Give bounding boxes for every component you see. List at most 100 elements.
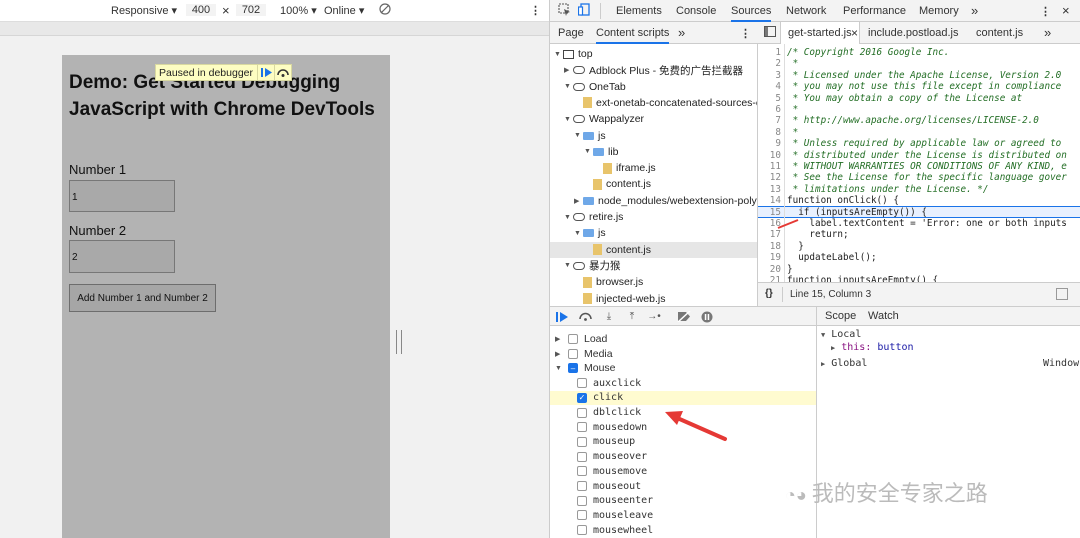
expanded-arrow-icon[interactable]: ▼ (564, 116, 573, 123)
tree-item[interactable]: iframe.js (594, 160, 656, 176)
editor-tab-content[interactable]: content.js (976, 27, 1023, 39)
expanded-arrow-icon[interactable]: ▼ (584, 148, 593, 155)
event-breakpoint-group[interactable]: ▼ – Mouse (555, 361, 616, 375)
line-number[interactable]: 11 (758, 161, 781, 172)
height-input[interactable]: 702 (236, 4, 266, 16)
more-navigator-icon[interactable]: » (678, 25, 685, 40)
line-number[interactable]: 6 (758, 104, 781, 115)
device-mode-select[interactable]: Responsive ▾ (111, 4, 177, 17)
resume-icon[interactable] (257, 65, 274, 80)
checkbox[interactable] (577, 436, 587, 447)
rotate-icon[interactable] (379, 3, 391, 18)
add-button[interactable]: Add Number 1 and Number 2 (69, 284, 216, 312)
number1-input[interactable]: 1 (69, 180, 175, 212)
tree-item[interactable]: content.js (550, 241, 757, 258)
collapsed-arrow-icon[interactable]: ▶ (574, 197, 583, 205)
step-out-icon[interactable]: ⤒ (624, 309, 640, 324)
tree-item[interactable]: ▶ node_modules/webextension-polyfil (574, 193, 757, 209)
tree-item[interactable]: injected-web.js (574, 291, 665, 307)
tab-network[interactable]: Network (786, 5, 826, 17)
tree-item[interactable]: ext-onetab-concatenated-sources-c (574, 95, 757, 111)
tab-page[interactable]: Page (558, 27, 584, 39)
tree-item[interactable]: ▼ OneTab (564, 79, 626, 95)
toggle-navigator-icon[interactable] (764, 26, 776, 40)
tab-memory[interactable]: Memory (919, 5, 959, 17)
checkbox[interactable] (577, 451, 587, 462)
editor-tab-include-postload[interactable]: include.postload.js (868, 27, 959, 39)
step-over-icon[interactable] (274, 65, 291, 80)
tab-console[interactable]: Console (676, 5, 716, 17)
event-breakpoint-item[interactable]: dblclick (577, 406, 641, 420)
checkbox[interactable] (568, 334, 578, 344)
more-editor-tabs-icon[interactable]: » (1044, 25, 1051, 40)
line-number[interactable]: 20 (758, 264, 781, 275)
tree-item[interactable]: content.js (584, 176, 651, 192)
line-number[interactable]: 3 (758, 70, 781, 81)
line-number[interactable]: 17 (758, 229, 781, 240)
close-tab-icon[interactable]: × (851, 26, 858, 40)
more-options-icon[interactable]: ⋮ (530, 4, 541, 17)
device-toolbar-icon[interactable] (577, 3, 591, 19)
tab-content-scripts[interactable]: Content scripts (596, 27, 670, 44)
expanded-arrow-icon[interactable]: ▼ (574, 132, 583, 139)
expanded-arrow-icon[interactable]: ▼ (555, 365, 564, 372)
expanded-arrow-icon[interactable]: ▼ (554, 51, 563, 58)
collapsed-arrow-icon[interactable]: ▶ (555, 335, 564, 343)
tree-item[interactable]: ▼ js (574, 225, 606, 241)
throttle-select[interactable]: Online ▾ (324, 4, 364, 17)
line-number[interactable]: 13 (758, 184, 781, 195)
event-breakpoint-item[interactable]: mousemove (577, 464, 647, 478)
checkbox[interactable] (568, 348, 578, 359)
tab-scope[interactable]: Scope (825, 310, 856, 324)
line-number[interactable]: 1 (758, 47, 781, 58)
checkbox[interactable] (577, 407, 587, 418)
event-breakpoint-item[interactable]: mouseout (577, 479, 641, 493)
editor-tab-active[interactable]: get-started.js × (780, 22, 860, 44)
pause-on-exceptions-icon[interactable] (699, 309, 715, 324)
coverage-icon[interactable] (1056, 288, 1068, 300)
line-number[interactable]: 4 (758, 81, 781, 92)
deactivate-breakpoints-icon[interactable] (676, 309, 692, 324)
tree-item[interactable]: ▼ lib (584, 144, 619, 160)
resume-icon[interactable] (554, 309, 570, 324)
tree-item[interactable]: browser.js (574, 274, 643, 290)
expanded-arrow-icon[interactable]: ▼ (574, 230, 583, 237)
tree-item[interactable]: ▼ retire.js (564, 209, 623, 225)
tree-item[interactable]: ▶ Adblock Plus - 免费的广告拦截器 (564, 62, 743, 78)
event-breakpoint-item[interactable]: mousewheel (577, 523, 653, 537)
checkbox[interactable] (577, 481, 587, 491)
step-over-icon[interactable] (577, 309, 593, 324)
checkbox[interactable] (577, 525, 587, 536)
line-number[interactable]: 10 (758, 150, 781, 161)
line-number[interactable]: 8 (758, 127, 781, 138)
more-tabs-icon[interactable]: » (971, 3, 978, 18)
line-number[interactable]: 2 (758, 58, 781, 69)
scope-this-row[interactable]: ▶ this: button (831, 342, 914, 353)
zoom-select[interactable]: 100% ▾ (280, 4, 317, 17)
tab-watch[interactable]: Watch (868, 310, 899, 322)
line-number[interactable]: 14 (758, 195, 781, 206)
line-number[interactable]: 7 (758, 115, 781, 126)
number2-input[interactable]: 2 (69, 240, 175, 273)
scope-local[interactable]: ▼ Local (821, 329, 861, 340)
event-breakpoint-item[interactable]: mouseover (577, 450, 647, 464)
event-breakpoint-item[interactable]: mouseup (577, 435, 635, 449)
checkbox[interactable] (577, 466, 587, 477)
checkbox[interactable]: – (568, 363, 578, 374)
expanded-arrow-icon[interactable]: ▼ (564, 214, 573, 221)
navigator-menu-icon[interactable]: ⋮ (740, 27, 751, 40)
expanded-arrow-icon[interactable]: ▼ (564, 83, 573, 90)
line-number[interactable]: 21 (758, 275, 781, 282)
event-breakpoint-item[interactable]: mouseleave (577, 508, 653, 522)
checkbox[interactable] (577, 495, 587, 506)
tab-performance[interactable]: Performance (843, 5, 906, 17)
close-devtools-icon[interactable]: × (1062, 3, 1070, 18)
customize-menu-icon[interactable]: ⋮ (1040, 5, 1051, 18)
pretty-print-icon[interactable]: {} (765, 288, 773, 299)
checkbox[interactable] (577, 510, 587, 521)
collapsed-arrow-icon[interactable]: ▶ (555, 350, 564, 358)
tab-sources[interactable]: Sources (731, 5, 772, 22)
collapsed-arrow-icon[interactable]: ▶ (564, 66, 573, 74)
step-icon[interactable]: →• (646, 309, 662, 324)
checkbox[interactable] (577, 378, 587, 389)
